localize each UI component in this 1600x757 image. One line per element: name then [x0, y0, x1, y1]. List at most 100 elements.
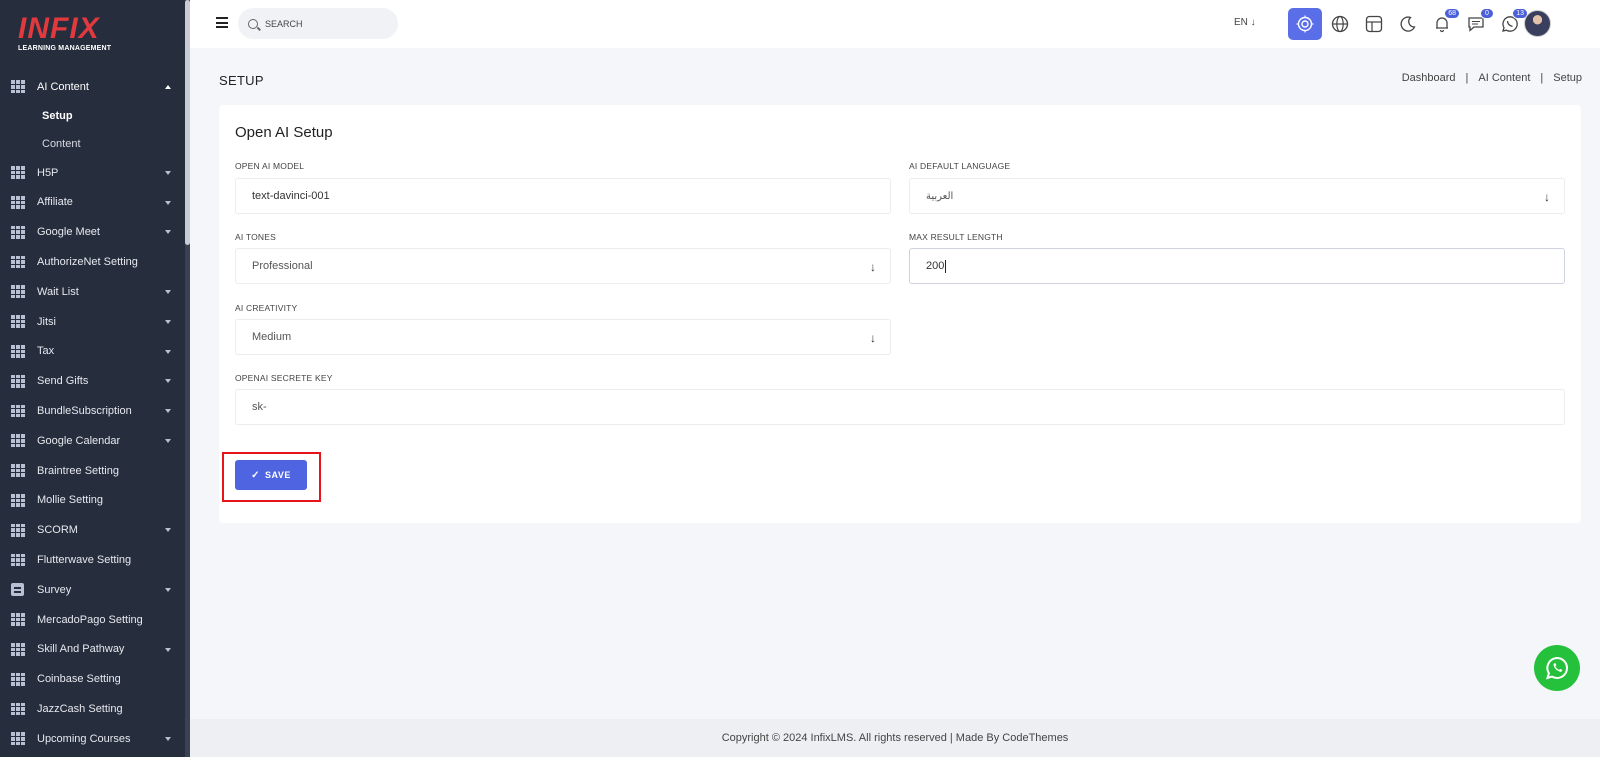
sidebar-item-label: Wait List [37, 285, 79, 298]
sidebar-item-label: H5P [37, 166, 59, 179]
sidebar-item-bundle-subscription[interactable]: BundleSubscription [0, 396, 185, 426]
caret-down-icon [165, 200, 171, 205]
grid-icon [11, 225, 25, 239]
dark-mode-button[interactable] [1394, 10, 1422, 38]
sidebar-item-braintree[interactable]: Braintree Setting [0, 456, 185, 486]
grid-icon [11, 315, 25, 328]
sidebar-item-skill-pathway[interactable]: Skill And Pathway [0, 635, 185, 665]
grid-icon [11, 523, 25, 537]
sidebar-item-google-calendar[interactable]: Google Calendar [0, 426, 185, 456]
grid-icon [11, 166, 25, 179]
grid-icon [11, 464, 25, 477]
sidebar-item-mercadopago[interactable]: MercadoPago Setting [0, 605, 185, 635]
openai-setup-card: Open AI Setup OPEN AI MODEL text-davinci… [219, 105, 1581, 523]
sidebar-item-wait-list[interactable]: Wait List [0, 277, 185, 307]
sidebar-item-label: Tax [37, 345, 55, 358]
layout-icon [1365, 15, 1383, 33]
notifications-button[interactable]: 68 [1428, 8, 1460, 38]
sidebar-subitem-content[interactable]: Content [0, 130, 185, 158]
grid-icon [11, 493, 25, 507]
menu-toggle-icon[interactable] [216, 17, 228, 28]
grid-icon [11, 672, 25, 686]
footer-copyright: Copyright © 2024 InfixLMS. All rights re… [721, 732, 1069, 744]
creativity-select[interactable]: Medium ↓ [235, 319, 891, 355]
secret-key-value: sk- [252, 401, 267, 413]
messages-button[interactable]: 0 [1462, 8, 1494, 38]
sidebar-item-survey[interactable]: Survey [0, 575, 185, 605]
save-label: SAVE [265, 470, 291, 480]
sidebar-item-coinbase[interactable]: Coinbase Setting [0, 664, 185, 694]
logo[interactable]: INFIX LEARNING MANAGEMENT [18, 14, 118, 56]
breadcrumb: Dashboard | AI Content | Setup [1402, 72, 1582, 84]
grid-icon [11, 374, 25, 388]
sidebar-item-ai-content[interactable]: AI Content [0, 72, 185, 102]
language-selector[interactable]: EN ↓ [1234, 17, 1256, 28]
secret-key-input[interactable]: sk- [235, 389, 1565, 425]
search-box[interactable] [238, 8, 398, 39]
text-cursor [945, 259, 947, 273]
sidebar-item-label: Send Gifts [37, 375, 89, 388]
topbar: EN ↓ 68 0 13 [190, 0, 1600, 48]
caret-down-icon [165, 319, 171, 324]
search-icon [248, 18, 258, 29]
grid-icon [11, 255, 25, 269]
moon-icon [1400, 16, 1416, 32]
sidebar-item-upcoming-courses[interactable]: Upcoming Courses [0, 724, 185, 754]
logo-subtitle: LEARNING MANAGEMENT [18, 45, 112, 52]
sidebar-item-label: Google Calendar [37, 434, 121, 447]
tones-label: AI TONES [235, 232, 276, 242]
survey-icon [11, 583, 24, 597]
grid-icon [11, 404, 25, 418]
caret-down-icon [165, 379, 171, 384]
check-icon: ✓ [251, 469, 261, 481]
sidebar-item-authorizenet[interactable]: AuthorizeNet Setting [0, 247, 185, 277]
caret-down-icon [165, 230, 171, 235]
layout-button[interactable] [1360, 10, 1388, 38]
model-value: text-davinci-001 [252, 190, 330, 202]
grid-icon [11, 732, 25, 746]
sidebar-item-mollie[interactable]: Mollie Setting [0, 486, 185, 516]
breadcrumb-separator: | [1465, 72, 1469, 84]
messages-badge: 0 [1480, 8, 1494, 19]
breadcrumb-separator: | [1540, 72, 1544, 84]
sidebar-nav: AI Content Setup Content H5P Affiliate G… [0, 72, 185, 754]
whatsapp-icon [1546, 656, 1568, 680]
breadcrumb-dashboard[interactable]: Dashboard [1402, 72, 1456, 84]
model-input[interactable]: text-davinci-001 [235, 178, 891, 214]
sidebar-item-affiliate[interactable]: Affiliate [0, 188, 185, 218]
sidebar-item-jitsi[interactable]: Jitsi [0, 307, 185, 337]
arrow-down-icon: ↓ [1544, 190, 1550, 204]
footer: Copyright © 2024 InfixLMS. All rights re… [190, 719, 1600, 757]
caret-down-icon [165, 349, 171, 354]
whatsapp-float-button[interactable] [1534, 645, 1580, 691]
sidebar-item-tax[interactable]: Tax [0, 337, 185, 367]
sidebar-item-h5p[interactable]: H5P [0, 158, 185, 188]
tones-select[interactable]: Professional ↓ [235, 248, 891, 284]
creativity-label: AI CREATIVITY [235, 303, 298, 313]
globe-button[interactable] [1326, 10, 1354, 38]
ai-chip-button[interactable] [1288, 8, 1322, 40]
search-input[interactable] [265, 18, 385, 29]
sidebar-item-google-meet[interactable]: Google Meet [0, 217, 185, 247]
grid-icon [11, 195, 25, 209]
sidebar-scrollbar[interactable] [185, 0, 190, 757]
globe-icon [1331, 15, 1349, 33]
default-language-select[interactable]: العربية ↓ [909, 178, 1565, 214]
caret-down-icon [165, 438, 171, 443]
max-length-input[interactable]: 200 [909, 248, 1565, 284]
sidebar-subitem-setup[interactable]: Setup [0, 102, 185, 130]
sidebar: INFIX LEARNING MANAGEMENT AI Content Set… [0, 0, 190, 757]
model-label: OPEN AI MODEL [235, 161, 305, 171]
notifications-badge: 68 [1444, 8, 1460, 19]
tones-value: Professional [252, 260, 313, 272]
sidebar-item-send-gifts[interactable]: Send Gifts [0, 366, 185, 396]
sidebar-item-jazzcash[interactable]: JazzCash Setting [0, 694, 185, 724]
caret-down-icon [165, 736, 171, 741]
avatar[interactable] [1524, 10, 1551, 37]
sidebar-item-flutterwave[interactable]: Flutterwave Setting [0, 545, 185, 575]
whatsapp-chat-button[interactable]: 13 [1496, 8, 1528, 38]
caret-down-icon [165, 170, 171, 175]
save-button[interactable]: ✓ SAVE [235, 460, 307, 490]
sidebar-item-scorm[interactable]: SCORM [0, 515, 185, 545]
breadcrumb-ai-content[interactable]: AI Content [1478, 72, 1530, 84]
